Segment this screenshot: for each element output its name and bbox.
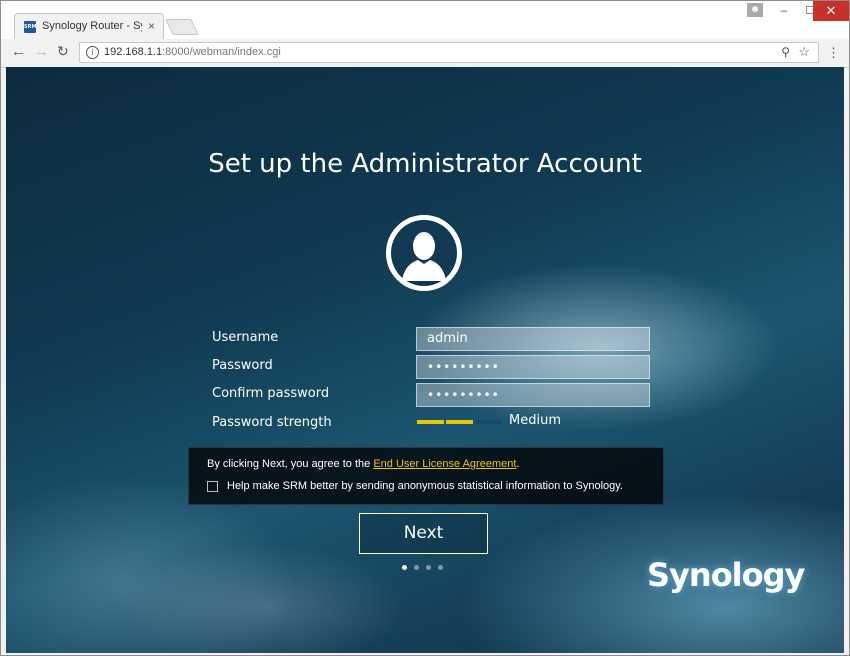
key-icon[interactable]: ⚲ — [781, 45, 790, 59]
user-avatar-icon — [386, 215, 462, 291]
star-icon[interactable]: ☆ — [798, 44, 810, 60]
agreement-panel: By clicking Next, you agree to the End U… — [188, 447, 664, 505]
strength-segment-1 — [417, 420, 444, 424]
browser-tab[interactable]: SRM Synology Router - Synology × — [14, 13, 164, 39]
synology-logo: Synology — [647, 556, 805, 594]
confirm-password-label: Confirm password — [212, 386, 330, 401]
password-input[interactable]: ••••••••• — [416, 355, 650, 379]
strength-segment-3 — [475, 420, 502, 424]
browser-window: SRM Synology Router - Synology × ☻ – ☐ ✕… — [0, 0, 850, 656]
address-bar[interactable]: i 192.168.1.1:8000/webman/index.cgi ⚲ ☆ — [79, 42, 819, 63]
username-label: Username — [212, 330, 279, 345]
strength-segment-2 — [446, 420, 473, 424]
page-title: Set up the Administrator Account — [208, 149, 642, 179]
tab-close-icon[interactable]: × — [148, 19, 155, 33]
tab-strip: SRM Synology Router - Synology × ☻ – ☐ ✕ — [1, 1, 849, 39]
reload-icon[interactable]: ↻ — [57, 43, 69, 60]
step-dot-1 — [402, 565, 407, 570]
minimize-icon[interactable]: – — [771, 1, 797, 21]
step-dot-4 — [438, 565, 443, 570]
password-strength-label: Password strength — [212, 415, 332, 430]
forward-arrow-icon[interactable]: → — [34, 43, 49, 60]
setup-page: Set up the Administrator Account Usernam… — [6, 67, 844, 653]
vertical-dots-menu-icon[interactable]: ⋮ — [827, 45, 840, 61]
url-path: :8000/webman/index.cgi — [162, 46, 281, 58]
confirm-password-input[interactable]: ••••••••• — [416, 383, 650, 407]
password-label: Password — [212, 358, 273, 373]
back-arrow-icon[interactable]: ← — [11, 43, 26, 60]
info-icon[interactable]: i — [86, 46, 99, 59]
next-button[interactable]: Next — [359, 513, 488, 554]
statistics-checkbox[interactable] — [207, 481, 218, 492]
srm-favicon-icon: SRM — [24, 21, 36, 33]
browser-toolbar: ← → ↻ i 192.168.1.1:8000/webman/index.cg… — [1, 39, 849, 68]
tab-title: Synology Router - Synology — [42, 20, 142, 32]
close-window-icon[interactable]: ✕ — [813, 1, 849, 21]
user-profile-icon[interactable]: ☻ — [747, 3, 763, 17]
url-host: 192.168.1.1 — [104, 46, 163, 58]
agreement-text: By clicking Next, you agree to the End U… — [207, 458, 519, 470]
agreement-suffix: . — [516, 458, 520, 470]
new-tab-button[interactable] — [165, 19, 199, 35]
statistics-checkbox-label[interactable]: Help make SRM better by sending anonymou… — [227, 480, 623, 492]
password-strength-value: Medium — [509, 413, 561, 428]
username-input[interactable]: admin — [416, 327, 650, 351]
url-text[interactable]: 192.168.1.1:8000/webman/index.cgi — [104, 46, 281, 58]
eula-link[interactable]: End User License Agreement — [373, 458, 516, 470]
agreement-prefix: By clicking Next, you agree to the — [207, 458, 374, 470]
step-dot-3 — [426, 565, 431, 570]
step-dot-2 — [414, 565, 419, 570]
